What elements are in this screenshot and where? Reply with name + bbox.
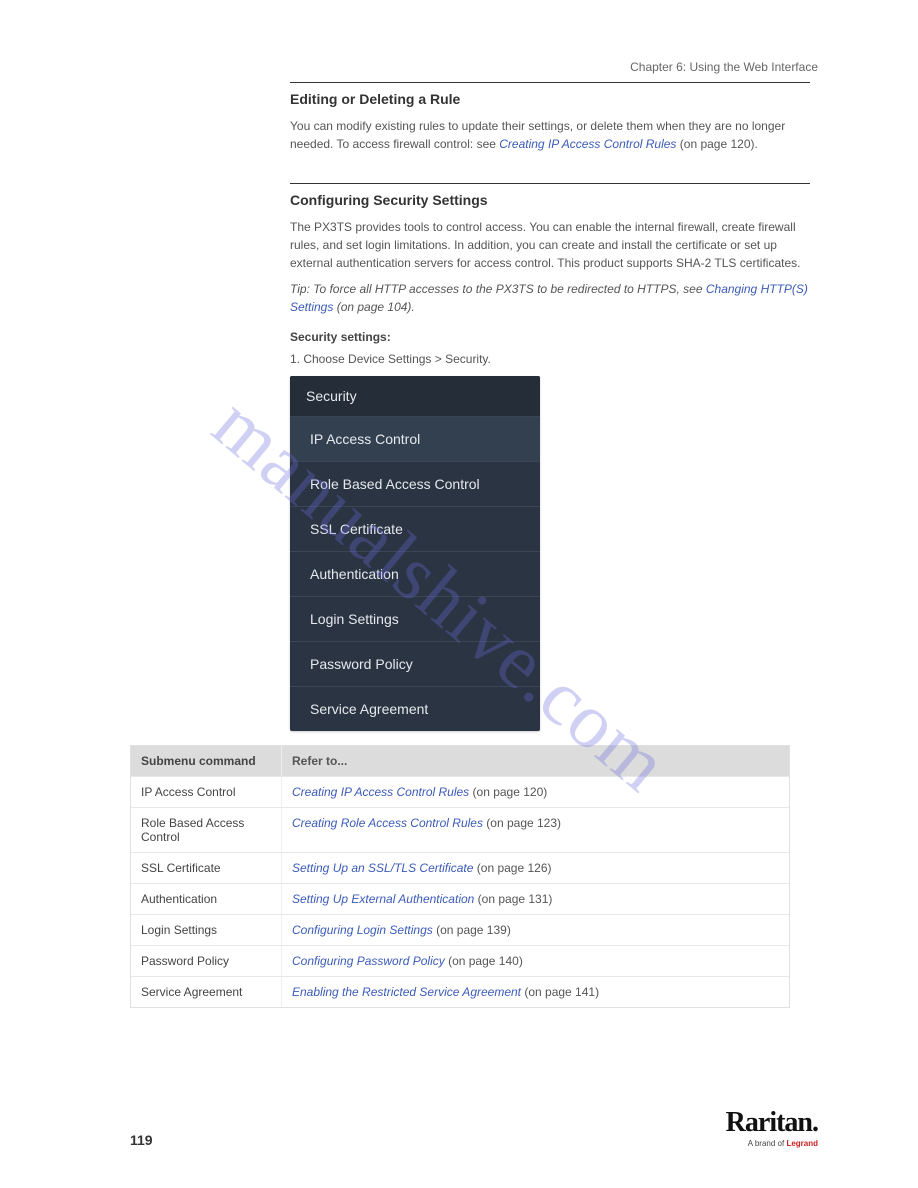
table-page: (on page 120) xyxy=(469,785,547,799)
menu-item-ip-access-control[interactable]: IP Access Control xyxy=(290,417,540,462)
table-page: (on page 123) xyxy=(483,816,561,830)
table-cell-submenu: Authentication xyxy=(131,884,281,914)
table-page: (on page 131) xyxy=(474,892,552,906)
section-editing-rule: Editing or Deleting a Rule You can modif… xyxy=(290,82,810,153)
logo-sub-text: A brand of Legrand xyxy=(726,1139,818,1148)
table-header-refer: Refer to... xyxy=(281,746,789,776)
table-cell-submenu: Login Settings xyxy=(131,915,281,945)
table-link[interactable]: Creating IP Access Control Rules xyxy=(292,785,469,799)
table-header-row: Submenu command Refer to... xyxy=(131,746,789,776)
submenu-reference-table: Submenu command Refer to... IP Access Co… xyxy=(130,745,790,1008)
table-cell-submenu: Password Policy xyxy=(131,946,281,976)
logo-sub-brand: Legrand xyxy=(786,1139,818,1148)
table-row: IP Access Control Creating IP Access Con… xyxy=(131,776,789,807)
table-row: Password Policy Configuring Password Pol… xyxy=(131,945,789,976)
footer-page-number: 119 xyxy=(130,1132,153,1148)
menu-item-service-agreement[interactable]: Service Agreement xyxy=(290,687,540,731)
security-subhead: Security settings: xyxy=(290,330,810,344)
table-page: (on page 141) xyxy=(521,985,599,999)
table-cell-refer: Enabling the Restricted Service Agreemen… xyxy=(281,977,789,1007)
logo-sub-prefix: A brand of xyxy=(748,1139,787,1148)
table-row: Service Agreement Enabling the Restricte… xyxy=(131,976,789,1007)
section-title-editing: Editing or Deleting a Rule xyxy=(290,91,810,107)
menu-item-ssl-certificate[interactable]: SSL Certificate xyxy=(290,507,540,552)
menu-item-authentication[interactable]: Authentication xyxy=(290,552,540,597)
footer-logo: Raritan. A brand of Legrand xyxy=(726,1107,818,1148)
table-header-submenu: Submenu command xyxy=(131,746,281,776)
chapter-label: Chapter 6: Using the Web Interface xyxy=(130,60,818,74)
table-page: (on page 126) xyxy=(473,861,551,875)
table-cell-submenu: IP Access Control xyxy=(131,777,281,807)
editing-body-page: (on page 120). xyxy=(680,137,758,151)
table-link[interactable]: Creating Role Access Control Rules xyxy=(292,816,483,830)
table-cell-submenu: SSL Certificate xyxy=(131,853,281,883)
security-tip: Tip: To force all HTTP accesses to the P… xyxy=(290,280,810,316)
table-link[interactable]: Setting Up External Authentication xyxy=(292,892,474,906)
logo-main-text: Raritan. xyxy=(726,1107,818,1139)
table-cell-submenu: Service Agreement xyxy=(131,977,281,1007)
table-cell-refer: Configuring Login Settings (on page 139) xyxy=(281,915,789,945)
table-link[interactable]: Configuring Login Settings xyxy=(292,923,433,937)
table-page: (on page 140) xyxy=(445,954,523,968)
security-body-text: The PX3TS provides tools to control acce… xyxy=(290,220,800,270)
security-body: The PX3TS provides tools to control acce… xyxy=(290,218,810,272)
editing-body-link[interactable]: Creating IP Access Control Rules xyxy=(499,137,676,151)
menu-item-login-settings[interactable]: Login Settings xyxy=(290,597,540,642)
security-menu: Security IP Access Control Role Based Ac… xyxy=(290,376,540,731)
security-tip-text: Tip: To force all HTTP accesses to the P… xyxy=(290,282,706,296)
table-cell-refer: Setting Up External Authentication (on p… xyxy=(281,884,789,914)
section-configuring-security: Configuring Security Settings The PX3TS … xyxy=(290,183,810,731)
table-row: SSL Certificate Setting Up an SSL/TLS Ce… xyxy=(131,852,789,883)
menu-item-password-policy[interactable]: Password Policy xyxy=(290,642,540,687)
table-cell-submenu: Role Based Access Control xyxy=(131,808,281,852)
security-instruction: 1. Choose Device Settings > Security. xyxy=(290,350,810,368)
table-row: Login Settings Configuring Login Setting… xyxy=(131,914,789,945)
menu-item-role-based-access-control[interactable]: Role Based Access Control xyxy=(290,462,540,507)
table-row: Role Based Access Control Creating Role … xyxy=(131,807,789,852)
table-link[interactable]: Setting Up an SSL/TLS Certificate xyxy=(292,861,473,875)
table-row: Authentication Setting Up External Authe… xyxy=(131,883,789,914)
table-page: (on page 139) xyxy=(433,923,511,937)
section-body-editing: You can modify existing rules to update … xyxy=(290,117,810,153)
table-link[interactable]: Configuring Password Policy xyxy=(292,954,445,968)
page-footer: 119 Raritan. A brand of Legrand xyxy=(130,1107,818,1148)
table-cell-refer: Creating IP Access Control Rules (on pag… xyxy=(281,777,789,807)
editing-body-see: To access firewall control: see xyxy=(337,137,500,151)
section-title-security: Configuring Security Settings xyxy=(290,192,810,208)
table-cell-refer: Creating Role Access Control Rules (on p… xyxy=(281,808,789,852)
table-link[interactable]: Enabling the Restricted Service Agreemen… xyxy=(292,985,521,999)
security-menu-header: Security xyxy=(290,376,540,417)
security-tip-page: (on page 104). xyxy=(337,300,415,314)
table-cell-refer: Setting Up an SSL/TLS Certificate (on pa… xyxy=(281,853,789,883)
table-cell-refer: Configuring Password Policy (on page 140… xyxy=(281,946,789,976)
